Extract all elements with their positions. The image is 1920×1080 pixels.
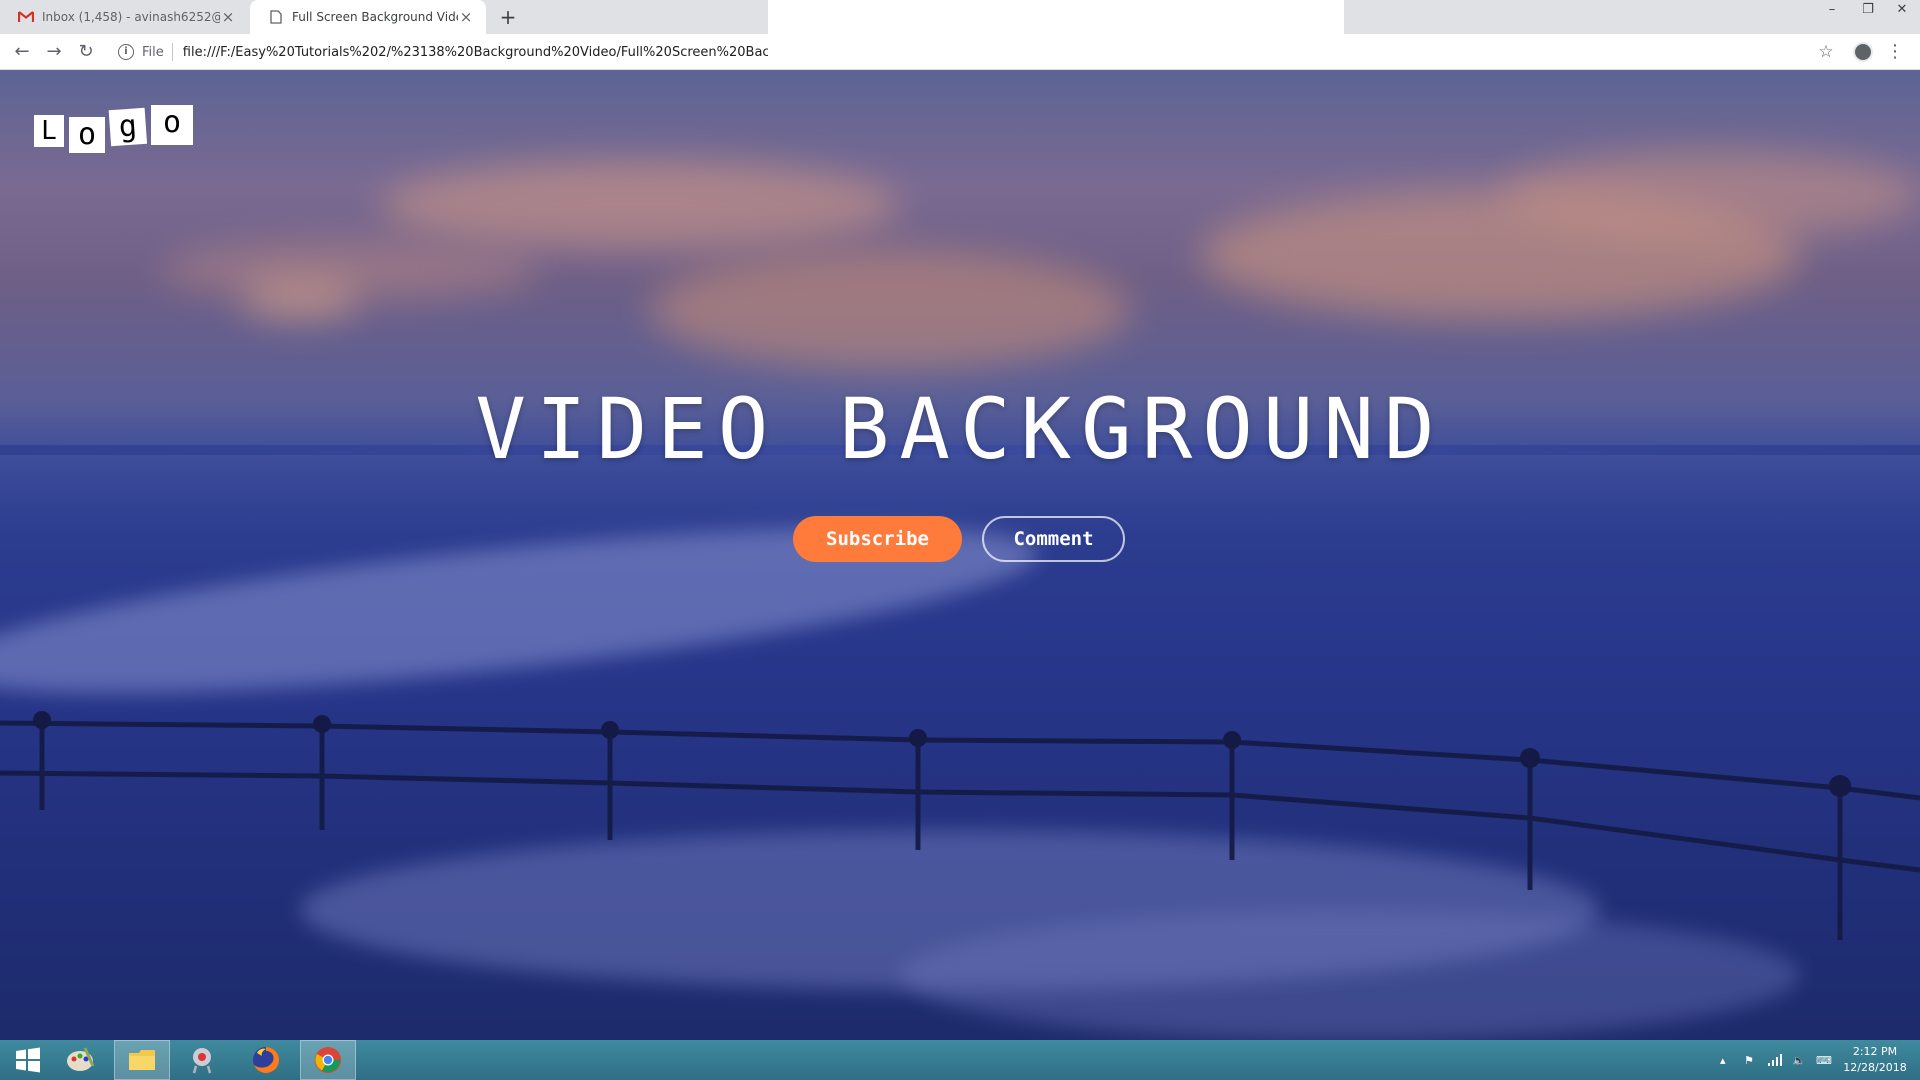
- site-logo[interactable]: L o g o: [34, 105, 193, 153]
- address-scheme: File: [142, 44, 164, 60]
- minimize-icon[interactable]: –: [1814, 0, 1850, 20]
- keyboard-language-icon[interactable]: ⌨: [1816, 1040, 1832, 1080]
- hero-buttons: Subscribe Comment: [793, 516, 1125, 562]
- windows-taskbar: ▴ ⚑ 🔈 ⌨ 2:12 PM 12/28/2018: [0, 1040, 1920, 1080]
- reload-icon[interactable]: ↻: [74, 40, 98, 64]
- clock-time: 2:12 PM: [1852, 1045, 1898, 1058]
- volume-icon[interactable]: 🔈: [1792, 1040, 1806, 1080]
- logo-letter: o: [151, 105, 193, 145]
- tray-chevron-icon[interactable]: ▴: [1720, 1040, 1726, 1080]
- restore-icon[interactable]: ❐: [1850, 0, 1886, 20]
- profile-avatar-icon[interactable]: [1853, 42, 1873, 62]
- tab-label: Inbox (1,458) - avinash6252@gm: [42, 10, 220, 24]
- hero-title: VIDEO BACKGROUND: [475, 380, 1445, 478]
- bookmark-star-icon[interactable]: ☆: [1814, 40, 1838, 64]
- close-tab-icon[interactable]: ×: [458, 9, 474, 25]
- firefox-icon[interactable]: [238, 1040, 294, 1080]
- document-icon: [268, 9, 284, 25]
- system-clock[interactable]: 2:12 PM 12/28/2018: [1838, 1044, 1912, 1076]
- tab-gmail-inbox[interactable]: Inbox (1,458) - avinash6252@gm ×: [0, 0, 248, 34]
- close-tab-icon[interactable]: ×: [220, 9, 236, 25]
- action-center-flag-icon[interactable]: ⚑: [1744, 1040, 1754, 1080]
- gmail-icon: [18, 9, 34, 25]
- logo-letter: L: [34, 115, 64, 147]
- overlay-panel: [768, 0, 1344, 60]
- video-background-page: L o g o VIDEO BACKGROUND Subscribe Comme…: [0, 70, 1920, 1040]
- chrome-icon[interactable]: [300, 1040, 356, 1080]
- forward-icon[interactable]: →: [42, 40, 66, 64]
- windows-start-icon[interactable]: [0, 1040, 56, 1080]
- divider: [171, 43, 173, 61]
- paint-icon[interactable]: [52, 1040, 108, 1080]
- browser-menu-icon[interactable]: ⋮: [1886, 40, 1904, 64]
- address-url[interactable]: file:///F:/Easy%20Tutorials%202/%23138%2…: [183, 45, 783, 60]
- network-signal-icon[interactable]: [1768, 1040, 1782, 1080]
- tab-label: Full Screen Background Video: [292, 10, 458, 24]
- logo-letter: g: [108, 107, 148, 147]
- file-explorer-icon[interactable]: [114, 1040, 170, 1080]
- clock-date: 12/28/2018: [1843, 1061, 1907, 1074]
- new-tab-button[interactable]: +: [496, 5, 520, 29]
- back-icon[interactable]: ←: [10, 40, 34, 64]
- logo-letter: o: [69, 117, 105, 153]
- info-icon[interactable]: i: [118, 44, 134, 60]
- tab-full-screen-background-video[interactable]: Full Screen Background Video ×: [250, 0, 486, 34]
- subscribe-button[interactable]: Subscribe: [793, 516, 962, 562]
- comment-button[interactable]: Comment: [982, 516, 1125, 562]
- media-icon[interactable]: [174, 1040, 230, 1080]
- close-window-icon[interactable]: ✕: [1884, 0, 1920, 20]
